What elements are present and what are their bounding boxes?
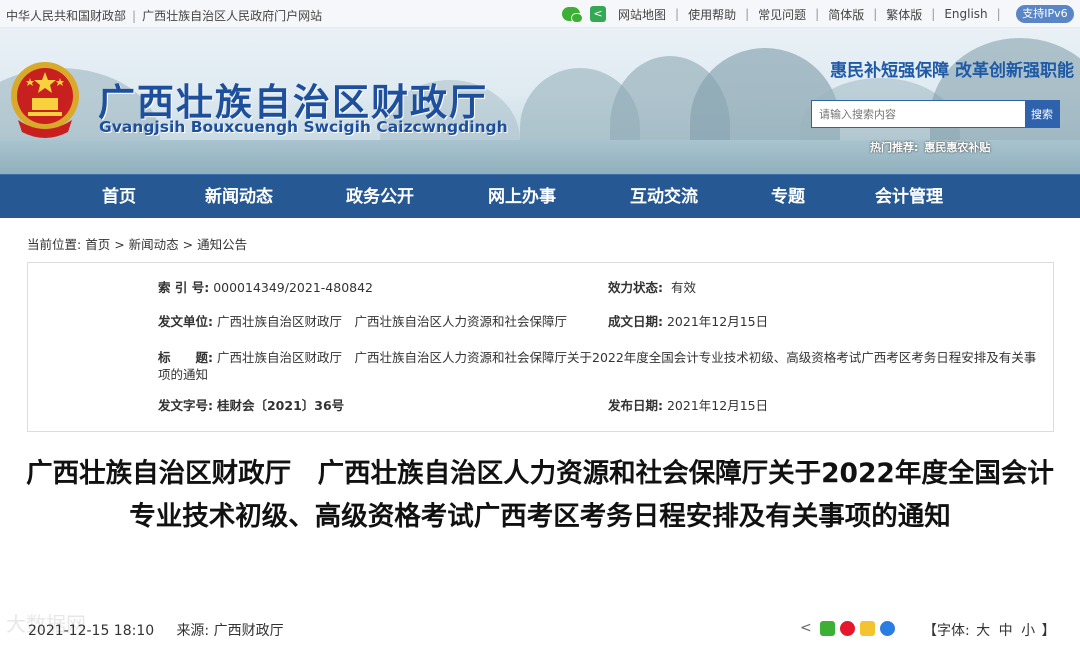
article-title: 广西壮族自治区财政厅 广西壮族自治区人力资源和社会保障厅关于2022年度全国会计… bbox=[26, 458, 1054, 532]
search-input[interactable] bbox=[812, 101, 1025, 127]
qq-share-icon[interactable] bbox=[880, 621, 895, 636]
font-medium-button[interactable]: 中 bbox=[999, 623, 1013, 639]
site-subtitle: Gvangjsih Bouxcuengh Swcigih Caizcwngdin… bbox=[99, 118, 508, 136]
search-bar: 搜索 bbox=[811, 100, 1060, 128]
link-simplified[interactable]: 简体版 bbox=[828, 6, 864, 23]
hot-link[interactable]: 惠民惠农补贴 bbox=[924, 141, 990, 154]
ipv6-badge[interactable]: 支持IPv6 bbox=[1016, 5, 1074, 23]
breadcrumb-notice[interactable]: 通知公告 bbox=[197, 237, 247, 252]
hot-label: 热门推荐: bbox=[870, 141, 919, 154]
info-status: 效力状态: 有效 bbox=[608, 280, 696, 295]
source-label: 来源: bbox=[176, 623, 210, 639]
breadcrumb-home[interactable]: 首页 bbox=[85, 237, 110, 252]
nav-gov-affairs[interactable]: 政务公开 bbox=[346, 175, 414, 219]
info-published-date: 发布日期: 2021年12月15日 bbox=[608, 398, 769, 413]
breadcrumb-prefix: 当前位置: bbox=[27, 237, 82, 252]
link-gxzf[interactable]: 广西壮族自治区人民政府门户网站 bbox=[142, 9, 322, 23]
slogan: 惠民补短强保障 改革创新强职能 bbox=[830, 61, 1074, 81]
share-icon[interactable]: < bbox=[590, 6, 606, 22]
link-english[interactable]: English bbox=[944, 7, 987, 21]
wechat-icon[interactable] bbox=[562, 7, 583, 23]
search-button[interactable]: 搜索 bbox=[1025, 101, 1059, 127]
main-nav: 首页 新闻动态 政务公开 网上办事 互动交流 专题 会计管理 bbox=[0, 174, 1080, 218]
qzone-share-icon[interactable] bbox=[860, 621, 875, 636]
info-index: 索 引 号: 000014349/2021-480842 bbox=[158, 280, 374, 295]
breadcrumb: 当前位置: 首页 > 新闻动态 > 通知公告 bbox=[27, 237, 248, 252]
link-help[interactable]: 使用帮助 bbox=[688, 6, 736, 23]
hot-recommend: 热门推荐: 惠民惠农补贴 bbox=[870, 139, 990, 155]
article-datetime: 2021-12-15 18:10 bbox=[28, 623, 155, 639]
link-mof[interactable]: 中华人民共和国财政部 bbox=[6, 9, 126, 23]
info-issuer: 发文单位: 广西壮族自治区财政厅 广西壮族自治区人力资源和社会保障厅 bbox=[158, 314, 567, 329]
nav-home[interactable]: 首页 bbox=[102, 175, 136, 219]
top-bar: 中华人民共和国财政部 | 广西壮族自治区人民政府门户网站 < 网站地图 | 使用帮助 |… bbox=[0, 0, 1080, 28]
font-small-button[interactable]: 小 bbox=[1021, 623, 1035, 639]
share-icon[interactable]: < bbox=[800, 621, 815, 636]
nav-interaction[interactable]: 互动交流 bbox=[630, 175, 698, 219]
nav-news[interactable]: 新闻动态 bbox=[205, 175, 273, 219]
link-sitemap[interactable]: 网站地图 bbox=[618, 6, 666, 23]
article-meta: 2021-12-15 18:10 来源: 广西财政厅 bbox=[28, 620, 284, 640]
font-size-selector: 【字体: 大 中 小 】 bbox=[923, 623, 1056, 639]
info-doc-number: 发文字号: 桂财会〔2021〕36号 bbox=[158, 398, 345, 413]
link-traditional[interactable]: 繁体版 bbox=[886, 6, 922, 23]
national-emblem-icon bbox=[11, 62, 79, 138]
nav-topics[interactable]: 专题 bbox=[771, 175, 805, 219]
font-large-button[interactable]: 大 bbox=[976, 623, 990, 639]
header-banner: 广西壮族自治区财政厅 Gvangjsih Bouxcuengh Swcigih … bbox=[0, 28, 1080, 174]
nav-accounting[interactable]: 会计管理 bbox=[875, 175, 943, 219]
source-value: 广西财政厅 bbox=[213, 623, 284, 639]
nav-online-services[interactable]: 网上办事 bbox=[488, 175, 556, 219]
info-title: 标 题: 广西壮族自治区财政厅 广西壮族自治区人力资源和社会保障厅关于2022年… bbox=[158, 350, 1037, 382]
weibo-share-icon[interactable] bbox=[840, 621, 855, 636]
breadcrumb-news[interactable]: 新闻动态 bbox=[129, 237, 179, 252]
wechat-share-icon[interactable] bbox=[820, 621, 835, 636]
link-faq[interactable]: 常见问题 bbox=[758, 6, 806, 23]
info-created-date: 成文日期: 2021年12月15日 bbox=[608, 314, 769, 329]
document-info-box: 索 引 号: 000014349/2021-480842 效力状态: 有效 发文… bbox=[27, 262, 1054, 432]
